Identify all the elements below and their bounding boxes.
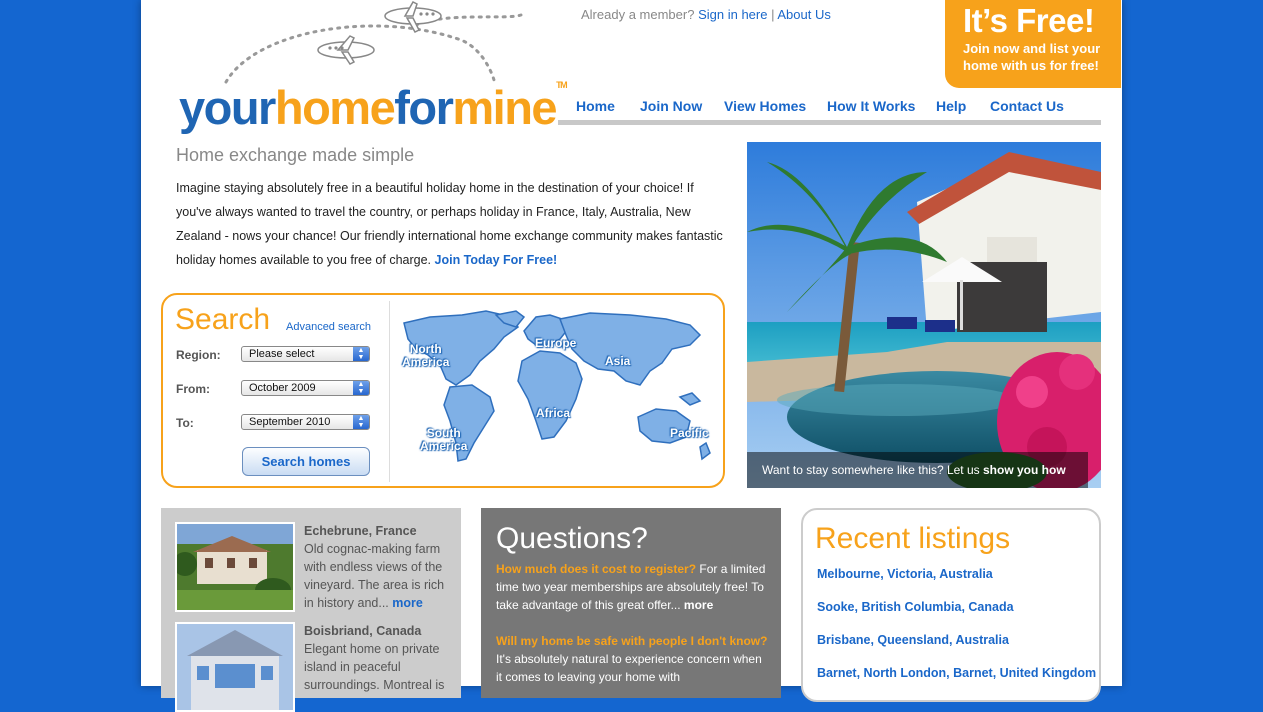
faq-item: Will my home be safe with people I don't…: [496, 632, 768, 686]
nav-view-homes[interactable]: View Homes: [724, 98, 806, 114]
from-label: From:: [176, 382, 210, 396]
questions-panel: Questions? How much does it cost to regi…: [481, 508, 781, 698]
hero-caption: Want to stay somewhere like this? Let us…: [747, 452, 1088, 488]
region-asia[interactable]: Asia: [605, 355, 630, 368]
listing-link[interactable]: Melbourne, Victoria, Australia: [817, 567, 993, 581]
search-divider: [389, 301, 390, 482]
featured-properties: Echebrune, France Old cognac-making farm…: [161, 508, 461, 712]
badge-line-1: Join now and list your: [963, 41, 1101, 56]
hero-caption-text: Want to stay somewhere like this? Let us: [762, 463, 980, 477]
to-select[interactable]: September 2010 ▲ ▼: [241, 414, 370, 430]
search-panel: Search Advanced search Region: Please se…: [161, 293, 725, 488]
site-logo[interactable]: yourhomeformineTM: [176, 0, 568, 134]
more-link[interactable]: more: [392, 596, 423, 610]
from-select[interactable]: October 2009 ▲ ▼: [241, 380, 370, 396]
property-title[interactable]: Echebrune, France: [304, 524, 417, 538]
region-select-value: Please select: [249, 348, 315, 360]
region-europe[interactable]: Europe: [535, 337, 576, 350]
select-arrows-icon: ▲ ▼: [353, 415, 369, 429]
canada-home-photo: [177, 624, 293, 710]
region-north-america[interactable]: North America: [402, 343, 449, 369]
property-thumbnail[interactable]: [175, 622, 295, 712]
nav-home[interactable]: Home: [576, 98, 615, 114]
region-south-america[interactable]: South America: [420, 427, 467, 453]
region-select[interactable]: Please select ▲ ▼: [241, 346, 370, 362]
faq-question[interactable]: How much does it cost to register?: [496, 562, 696, 576]
farmhouse-photo: [177, 524, 293, 610]
listing-link[interactable]: Brisbane, Queensland, Australia: [817, 633, 1009, 647]
to-select-value: September 2010: [249, 416, 331, 428]
intro-title: Home exchange made simple: [176, 145, 415, 165]
from-select-value: October 2009: [249, 382, 316, 394]
main-nav: Home Join Now View Homes How It Works He…: [558, 96, 1101, 125]
search-title: Search: [175, 303, 271, 336]
faq-question[interactable]: Will my home be safe with people I don't…: [496, 632, 768, 650]
faq-more-link[interactable]: more: [684, 598, 713, 612]
faq-answer: It's absolutely natural to experience co…: [496, 652, 762, 684]
select-arrows-icon: ▲ ▼: [353, 347, 369, 361]
listing-link[interactable]: Sooke, British Columbia, Canada: [817, 600, 1014, 614]
select-arrows-icon: ▲ ▼: [353, 381, 369, 395]
member-prompt: Already a member?: [581, 7, 695, 22]
separator: |: [771, 7, 775, 22]
recent-listings-title: Recent listings: [815, 522, 1011, 555]
villa-pool-photo: [747, 142, 1101, 488]
nav-help[interactable]: Help: [936, 98, 966, 114]
property-thumbnail[interactable]: [175, 522, 295, 612]
join-today-link[interactable]: Join Today For Free!: [435, 253, 558, 267]
nav-join-now[interactable]: Join Now: [640, 98, 702, 114]
member-bar: Already a member? Sign in here | About U…: [581, 7, 831, 22]
region-pacific[interactable]: Pacific: [670, 427, 709, 440]
badge-line-2: home with us for free!: [963, 58, 1099, 73]
nav-how-it-works[interactable]: How It Works: [827, 98, 915, 114]
questions-title: Questions?: [496, 522, 648, 555]
page: Already a member? Sign in here | About U…: [141, 0, 1122, 712]
faq-item: How much does it cost to register? For a…: [496, 560, 768, 614]
hero-image[interactable]: Want to stay somewhere like this? Let us…: [747, 142, 1101, 488]
property-title[interactable]: Boisbriand, Canada: [304, 624, 421, 638]
show-you-how-link[interactable]: show you how: [983, 463, 1066, 477]
property-description: Old cognac-making farm with endless view…: [304, 542, 445, 610]
badge-headline: It’s Free!: [963, 2, 1095, 39]
its-free-badge[interactable]: It’s Free! Join now and list your home w…: [945, 0, 1121, 88]
about-us-link[interactable]: About Us: [777, 7, 830, 22]
world-map[interactable]: North America Europe Asia Africa South Ame…: [400, 309, 720, 471]
nav-contact-us[interactable]: Contact Us: [990, 98, 1064, 114]
listing-link[interactable]: Barnet, North London, Barnet, United Kin…: [817, 666, 1096, 680]
region-africa[interactable]: Africa: [536, 407, 570, 420]
logo-wordmark: yourhomeformineTM: [179, 80, 568, 134]
to-label: To:: [176, 416, 194, 430]
sign-in-link[interactable]: Sign in here: [698, 7, 767, 22]
intro-text: Imagine staying absolutely free in a bea…: [176, 176, 726, 272]
advanced-search-link[interactable]: Advanced search: [286, 321, 371, 333]
region-label: Region:: [176, 348, 221, 362]
recent-listings-panel: Recent listings Melbourne, Victoria, Aus…: [801, 508, 1101, 702]
search-homes-button[interactable]: Search homes: [242, 447, 370, 476]
